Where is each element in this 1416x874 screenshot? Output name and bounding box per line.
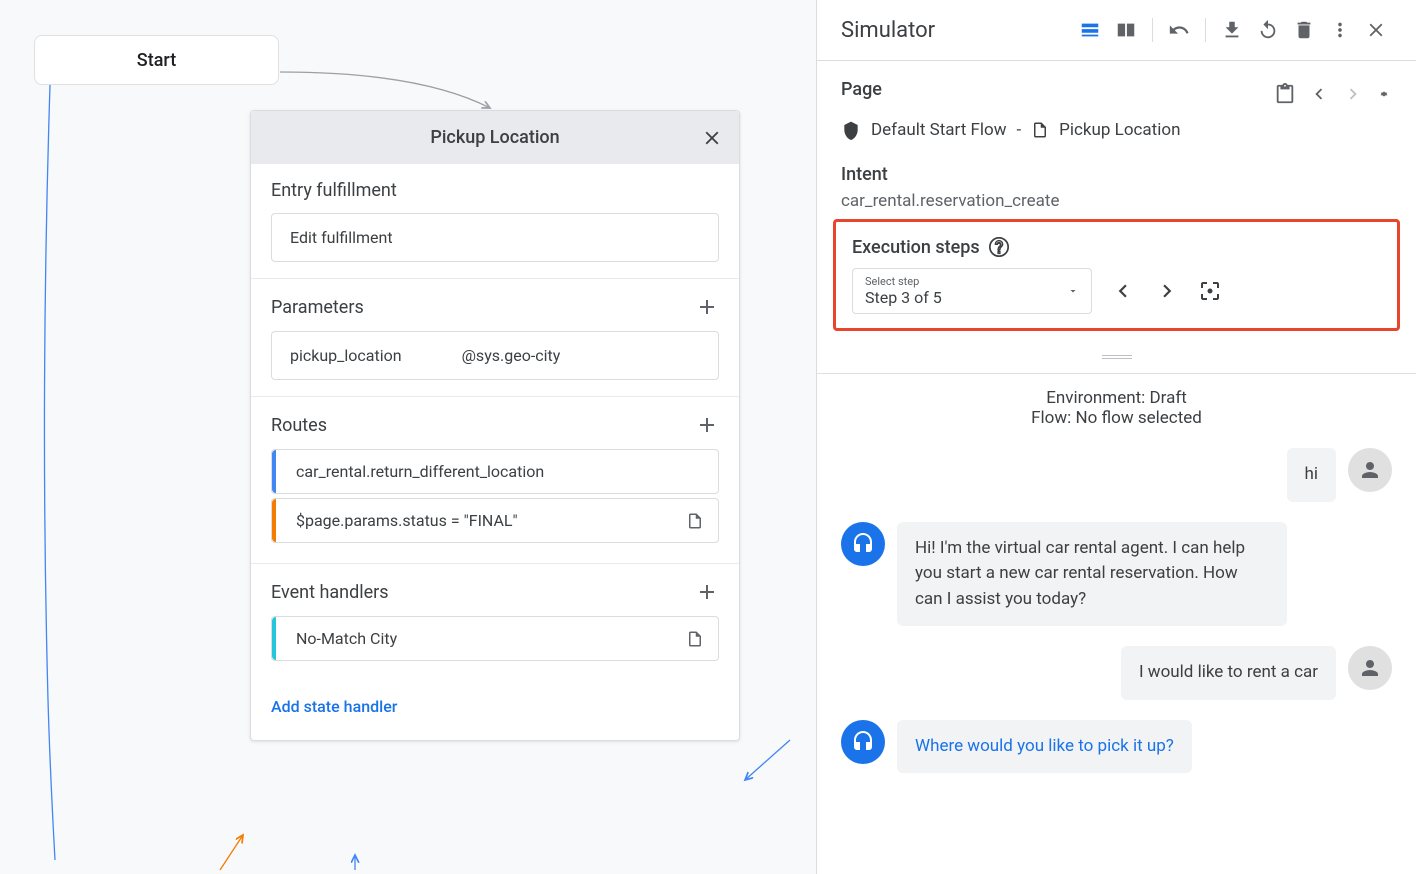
step-select[interactable]: Select step Step 3 of 5 xyxy=(852,268,1092,314)
simulator-title: Simulator xyxy=(841,18,935,43)
chat-bubble: I would like to rent a car xyxy=(1121,646,1336,700)
add-state-handler-link[interactable]: Add state handler xyxy=(251,681,739,740)
event-handlers-section: Event handlers No-Match City xyxy=(251,564,739,681)
collapse-icon[interactable] xyxy=(1376,86,1392,102)
chevron-left-icon[interactable] xyxy=(1308,83,1330,105)
user-avatar-icon xyxy=(1348,448,1392,492)
chat-flow: Flow: No flow selected xyxy=(841,408,1392,428)
intent-label: Intent xyxy=(841,164,1392,185)
divider xyxy=(1152,18,1153,42)
entry-fulfillment-section: Entry fulfillment Edit fulfillment xyxy=(251,164,739,279)
route-label: $page.params.status = "FINAL" xyxy=(296,511,518,530)
parameter-row[interactable]: pickup_location @sys.geo-city xyxy=(271,331,719,380)
breadcrumb-separator: - xyxy=(1016,120,1021,140)
breadcrumb: Default Start Flow - Pickup Location xyxy=(841,120,1392,140)
chat-bubble: Hi! I'm the virtual car rental agent. I … xyxy=(897,522,1287,627)
edit-fulfillment-button[interactable]: Edit fulfillment xyxy=(271,213,719,262)
chat-message-user: hi xyxy=(841,448,1392,502)
chat-message-user: I would like to rent a car xyxy=(841,646,1392,700)
route-item[interactable]: $page.params.status = "FINAL" xyxy=(271,498,719,543)
route-label: car_rental.return_different_location xyxy=(296,462,544,481)
chat-area: Environment: Draft Flow: No flow selecte… xyxy=(817,373,1416,773)
simulator-header: Simulator xyxy=(817,0,1416,61)
clipboard-icon[interactable] xyxy=(1274,83,1296,105)
reset-icon[interactable] xyxy=(1252,14,1284,46)
start-node[interactable]: Start xyxy=(34,35,279,85)
view-full-icon[interactable] xyxy=(1074,14,1106,46)
step-select-value: Step 3 of 5 xyxy=(865,288,1079,307)
simulator-body: Page Default Start Flow xyxy=(817,61,1416,773)
intent-value: car_rental.reservation_create xyxy=(841,191,1392,211)
event-handler-item[interactable]: No-Match City xyxy=(271,616,719,661)
chat-message-agent: Where would you like to pick it up? xyxy=(841,720,1392,774)
view-split-icon[interactable] xyxy=(1110,14,1142,46)
add-parameter-icon[interactable] xyxy=(695,295,719,319)
event-handlers-title: Event handlers xyxy=(271,582,389,603)
routes-title: Routes xyxy=(271,415,327,436)
routes-section: Routes car_rental.return_different_locat… xyxy=(251,397,739,564)
page-nav xyxy=(1274,83,1392,105)
simulator-toolbar xyxy=(1074,14,1392,46)
breadcrumb-page[interactable]: Pickup Location xyxy=(1059,120,1180,140)
chat-bubble: Where would you like to pick it up? xyxy=(897,720,1192,774)
close-simulator-icon[interactable] xyxy=(1360,14,1392,46)
user-avatar-icon xyxy=(1348,646,1392,690)
page-panel-header: Pickup Location xyxy=(251,111,739,164)
entry-fulfillment-title: Entry fulfillment xyxy=(271,180,397,201)
page-icon xyxy=(1031,121,1049,139)
svg-text:?: ? xyxy=(995,241,1001,256)
page-label: Page xyxy=(841,79,882,100)
add-event-handler-icon[interactable] xyxy=(695,580,719,604)
chevron-right-icon[interactable] xyxy=(1342,83,1364,105)
add-route-icon[interactable] xyxy=(695,413,719,437)
execution-steps-box: Execution steps ? Select step Step 3 of … xyxy=(833,219,1400,331)
agent-avatar-icon xyxy=(841,522,885,566)
execution-steps-title: Execution steps xyxy=(852,237,980,258)
flow-icon xyxy=(841,120,861,140)
focus-icon[interactable] xyxy=(1198,279,1222,303)
route-item[interactable]: car_rental.return_different_location xyxy=(271,449,719,494)
page-editor-panel: Pickup Location Entry fulfillment Edit f… xyxy=(250,110,740,741)
event-handler-label: No-Match City xyxy=(296,629,397,648)
step-next-icon[interactable] xyxy=(1154,278,1180,304)
help-icon[interactable]: ? xyxy=(988,236,1010,258)
chat-environment: Environment: Draft xyxy=(841,388,1392,408)
chat-message-agent: Hi! I'm the virtual car rental agent. I … xyxy=(841,522,1392,627)
step-prev-icon[interactable] xyxy=(1110,278,1136,304)
parameters-section: Parameters pickup_location @sys.geo-city xyxy=(251,279,739,397)
start-node-label: Start xyxy=(137,50,176,71)
simulator-panel: Simulator xyxy=(816,0,1416,874)
close-icon[interactable] xyxy=(701,127,723,149)
more-icon[interactable] xyxy=(1324,14,1356,46)
drag-handle[interactable] xyxy=(1102,355,1132,359)
chat-bubble: hi xyxy=(1287,448,1337,502)
step-select-label: Select step xyxy=(865,275,1079,288)
parameters-title: Parameters xyxy=(271,297,364,318)
undo-icon[interactable] xyxy=(1163,14,1195,46)
simulator-page-row: Page xyxy=(841,79,1392,108)
download-icon[interactable] xyxy=(1216,14,1248,46)
page-icon xyxy=(686,512,704,530)
delete-icon[interactable] xyxy=(1288,14,1320,46)
divider xyxy=(1205,18,1206,42)
chevron-down-icon xyxy=(1067,285,1079,297)
parameter-name: pickup_location xyxy=(290,346,402,365)
chat-meta: Environment: Draft Flow: No flow selecte… xyxy=(841,374,1392,448)
parameter-type: @sys.geo-city xyxy=(462,346,561,365)
breadcrumb-flow[interactable]: Default Start Flow xyxy=(871,120,1006,140)
page-panel-title: Pickup Location xyxy=(430,127,559,148)
agent-avatar-icon xyxy=(841,720,885,764)
page-icon xyxy=(686,630,704,648)
